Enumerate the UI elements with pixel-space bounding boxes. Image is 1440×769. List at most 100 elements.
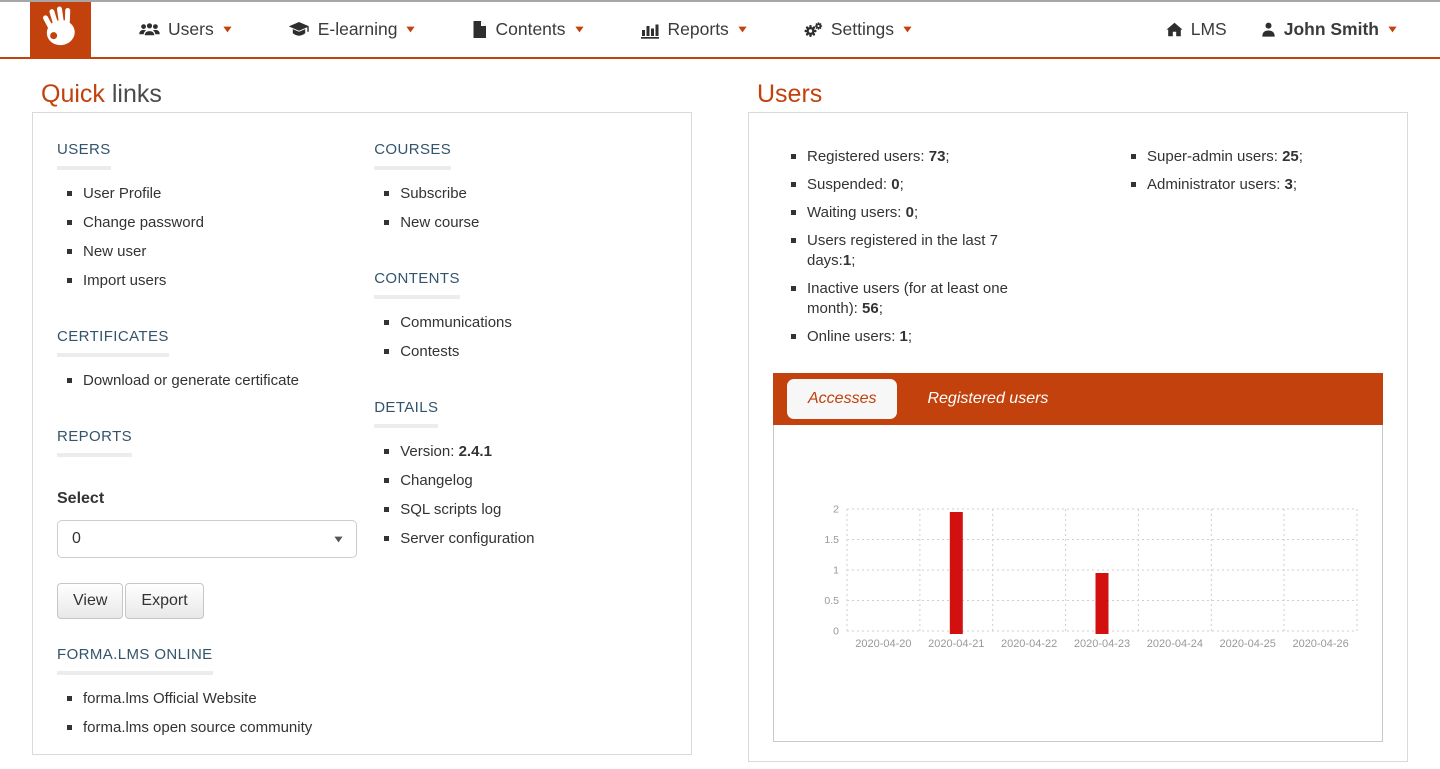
- caret-down-icon: [406, 26, 415, 33]
- quick-link-bold-value: 2.4.1: [459, 443, 492, 460]
- graduation-cap-icon: [288, 21, 310, 38]
- users-panel: Registered users: 73;Suspended: 0;Waitin…: [748, 112, 1408, 762]
- document-icon: [471, 20, 487, 39]
- quick-links-list: Subscribe New course: [374, 185, 667, 232]
- user-stat-item: Online users: 1;: [807, 327, 1113, 347]
- nav-item-reports[interactable]: Reports: [612, 19, 775, 40]
- report-buttons: ViewExport: [57, 583, 374, 619]
- nav-item-users[interactable]: Users: [111, 19, 260, 40]
- user-stat-suffix: ;: [851, 252, 855, 269]
- user-stat-suffix: ;: [900, 176, 904, 193]
- quick-link-label: Version:: [400, 443, 458, 460]
- user-stat-label: Inactive users (for at least one month):: [807, 280, 1008, 317]
- nav-item-settings[interactable]: Settings: [775, 19, 940, 40]
- user-stat-label: Super-admin users:: [1147, 148, 1282, 165]
- user-stat-suffix: ;: [914, 204, 918, 221]
- quick-links-section: Quick links USERS User Profile Change pass…: [32, 59, 692, 762]
- svg-text:2020-04-26: 2020-04-26: [1292, 638, 1348, 650]
- quick-link-item[interactable]: Server configuration: [400, 530, 667, 548]
- svg-text:0: 0: [833, 626, 839, 638]
- report-select-label: Select: [57, 490, 374, 508]
- caret-down-icon: [1388, 26, 1397, 33]
- quick-link-item[interactable]: SQL scripts log: [400, 501, 667, 519]
- caret-down-icon: [738, 26, 747, 33]
- svg-text:2020-04-23: 2020-04-23: [1074, 638, 1130, 650]
- quick-link-item[interactable]: New course: [400, 214, 667, 232]
- nav-item-label: Users: [168, 19, 214, 40]
- quick-link-item[interactable]: Subscribe: [400, 185, 667, 203]
- svg-text:1: 1: [833, 565, 839, 577]
- nav-item-lms-home[interactable]: LMS: [1149, 19, 1244, 40]
- svg-text:2020-04-20: 2020-04-20: [855, 638, 911, 650]
- nav-item-contents[interactable]: Contents: [443, 19, 611, 40]
- user-stat-item: Waiting users: 0;: [807, 203, 1113, 223]
- caret-down-icon: [223, 26, 232, 33]
- navbar-right: LMS John Smith: [1149, 2, 1440, 57]
- svg-text:2020-04-24: 2020-04-24: [1147, 638, 1203, 650]
- quick-link-item[interactable]: Communications: [400, 314, 667, 332]
- svg-text:0.5: 0.5: [824, 595, 839, 607]
- nav-lms-label: LMS: [1191, 19, 1227, 40]
- quick-links-title: Quick links: [41, 81, 692, 108]
- user-stat-value: 0: [891, 176, 899, 193]
- quick-link-item[interactable]: Changelog: [400, 472, 667, 490]
- nav-item-e-learning[interactable]: E-learning: [260, 19, 444, 40]
- user-stats-column-2: Super-admin users: 25;Administrator user…: [1113, 147, 1303, 355]
- nav-item-label: Contents: [495, 19, 565, 40]
- nav-item-label: Reports: [668, 19, 729, 40]
- home-icon: [1166, 22, 1183, 37]
- tab-registered-users[interactable]: Registered users: [906, 373, 1069, 425]
- user-stat-value: 73: [929, 148, 946, 165]
- svg-text:2020-04-22: 2020-04-22: [1001, 638, 1057, 650]
- user-stat-value: 56: [862, 300, 879, 317]
- chart-container: 00.511.522020-04-202020-04-212020-04-222…: [773, 425, 1383, 742]
- user-stat-item: Registered users: 73;: [807, 147, 1113, 167]
- nav-item-user-menu[interactable]: John Smith: [1244, 19, 1414, 40]
- quick-links-column-left: USERS User Profile Change password New user…: [57, 141, 374, 726]
- user-stat-suffix: ;: [879, 300, 883, 317]
- nav-user-label: John Smith: [1284, 19, 1379, 40]
- section-heading-courses: COURSES: [374, 141, 451, 170]
- svg-text:2020-04-25: 2020-04-25: [1220, 638, 1276, 650]
- quick-links-title-accent: Quick: [41, 80, 105, 108]
- users-section: Users Registered users: 73;Suspended: 0;…: [748, 59, 1408, 762]
- user-stat-label: Suspended:: [807, 176, 891, 193]
- view-button[interactable]: View: [57, 583, 123, 619]
- quick-links-title-rest: links: [112, 80, 162, 108]
- quick-link-item[interactable]: Change password: [83, 214, 374, 232]
- report-select[interactable]: 0: [57, 520, 357, 558]
- user-stat-item: Administrator users: 3;: [1147, 175, 1303, 195]
- caret-down-icon: [903, 26, 912, 33]
- hand-logo-icon: [41, 4, 81, 55]
- app-logo[interactable]: [30, 2, 91, 57]
- section-heading-users: USERS: [57, 141, 111, 170]
- quick-links-list: Communications Contests: [374, 314, 667, 361]
- quick-link-item[interactable]: forma.lms Official Website: [83, 690, 374, 708]
- user-stat-label: Registered users:: [807, 148, 929, 165]
- user-stat-label: Online users:: [807, 328, 900, 345]
- quick-link-item[interactable]: forma.lms open source community: [83, 719, 374, 737]
- users-icon: [139, 21, 160, 38]
- section-heading-contents: CONTENTS: [374, 270, 460, 299]
- dashboard-content: Quick links USERS User Profile Change pass…: [0, 59, 1440, 762]
- user-stat-suffix: ;: [1299, 148, 1303, 165]
- svg-text:2020-04-21: 2020-04-21: [928, 638, 984, 650]
- user-stat-value: 0: [906, 204, 914, 221]
- user-stat-value: 3: [1285, 176, 1293, 193]
- user-stat-item: Inactive users (for at least one month):…: [807, 279, 1113, 319]
- quick-link-item[interactable]: Contests: [400, 343, 667, 361]
- quick-link-item[interactable]: Import users: [83, 272, 374, 290]
- quick-links-column-right: COURSES Subscribe New course CONTENTS Commun…: [374, 141, 667, 726]
- quick-link-item[interactable]: Download or generate certificate: [83, 372, 374, 390]
- section-heading-certificates: CERTIFICATES: [57, 328, 169, 357]
- user-stat-suffix: ;: [945, 148, 949, 165]
- person-icon: [1261, 22, 1276, 37]
- section-heading-forma-lms-online: FORMA.LMS ONLINE: [57, 646, 213, 675]
- export-button[interactable]: Export: [125, 583, 203, 619]
- quick-link-item[interactable]: New user: [83, 243, 374, 261]
- quick-link-item[interactable]: User Profile: [83, 185, 374, 203]
- caret-down-icon: [334, 536, 343, 543]
- quick-links-list: forma.lms Official Website forma.lms open…: [57, 690, 374, 737]
- tab-accesses[interactable]: Accesses: [787, 379, 897, 419]
- quick-links-list: Version: 2.4.1 Changelog SQL scripts log Se…: [374, 443, 667, 548]
